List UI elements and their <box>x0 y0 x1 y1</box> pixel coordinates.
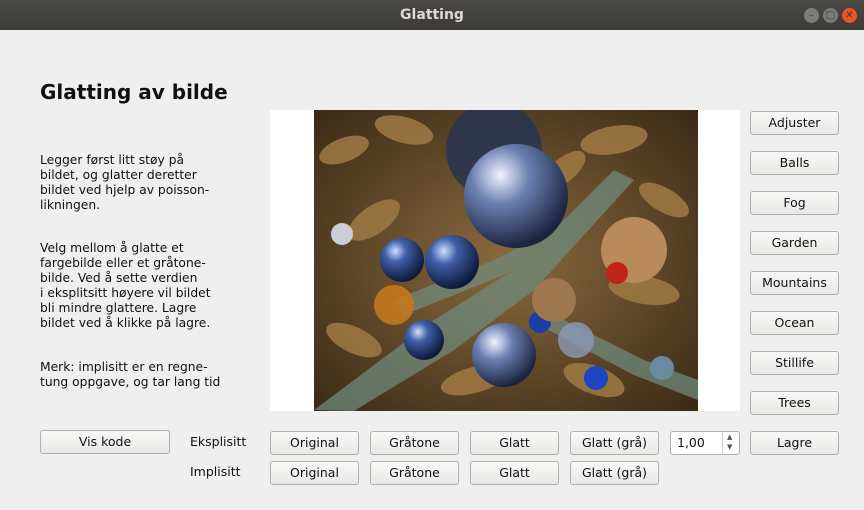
explicit-smooth-gray-button[interactable]: Glatt (grå) <box>570 431 659 455</box>
implicit-original-button[interactable]: Original <box>270 461 359 485</box>
trees-button[interactable]: Trees <box>750 391 839 415</box>
chevron-down-icon[interactable]: ▼ <box>727 443 732 451</box>
ocean-button[interactable]: Ocean <box>750 311 839 335</box>
implicit-grayscale-button[interactable]: Gråtone <box>370 461 459 485</box>
explicit-value-spinbox[interactable]: 1,00 ▲ ▼ <box>670 431 740 455</box>
fog-button[interactable]: Fog <box>750 191 839 215</box>
vis-kode-button[interactable]: Vis kode <box>40 430 170 454</box>
garden-button[interactable]: Garden <box>750 231 839 255</box>
spinbox-arrows[interactable]: ▲ ▼ <box>722 432 739 454</box>
image-display <box>270 110 740 411</box>
explicit-grayscale-button[interactable]: Gråtone <box>370 431 459 455</box>
adjuster-button[interactable]: Adjuster <box>750 111 839 135</box>
photo-drawing <box>314 110 698 411</box>
chevron-up-icon[interactable]: ▲ <box>727 433 732 441</box>
minimize-icon[interactable]: – <box>804 8 819 23</box>
save-button[interactable]: Lagre <box>750 431 839 455</box>
app-window: Glatting – □ ✕ Glatting av bilde Legger … <box>0 0 864 510</box>
explicit-original-button[interactable]: Original <box>270 431 359 455</box>
stillife-button[interactable]: Stillife <box>750 351 839 375</box>
description-text-2: Velg mellom å glatte et fargebilde eller… <box>40 241 211 330</box>
maximize-icon[interactable]: □ <box>823 8 838 23</box>
implicit-label: Implisitt <box>190 464 241 479</box>
marbles-photo <box>314 110 698 411</box>
page-title: Glatting av bilde <box>40 80 228 104</box>
title-bar[interactable]: Glatting – □ ✕ <box>0 0 864 30</box>
implicit-smooth-gray-button[interactable]: Glatt (grå) <box>570 461 659 485</box>
implicit-smooth-button[interactable]: Glatt <box>470 461 559 485</box>
explicit-smooth-button[interactable]: Glatt <box>470 431 559 455</box>
mountains-button[interactable]: Mountains <box>750 271 839 295</box>
description-text-1: Legger først litt støy på bildet, og gla… <box>40 153 210 212</box>
spinbox-value[interactable]: 1,00 <box>677 432 705 454</box>
close-icon[interactable]: ✕ <box>842 8 857 23</box>
note-text: Merk: implisitt er en regne- tung oppgav… <box>40 360 221 389</box>
balls-button[interactable]: Balls <box>750 151 839 175</box>
window-title: Glatting <box>400 7 464 23</box>
explicit-label: Eksplisitt <box>190 434 247 449</box>
